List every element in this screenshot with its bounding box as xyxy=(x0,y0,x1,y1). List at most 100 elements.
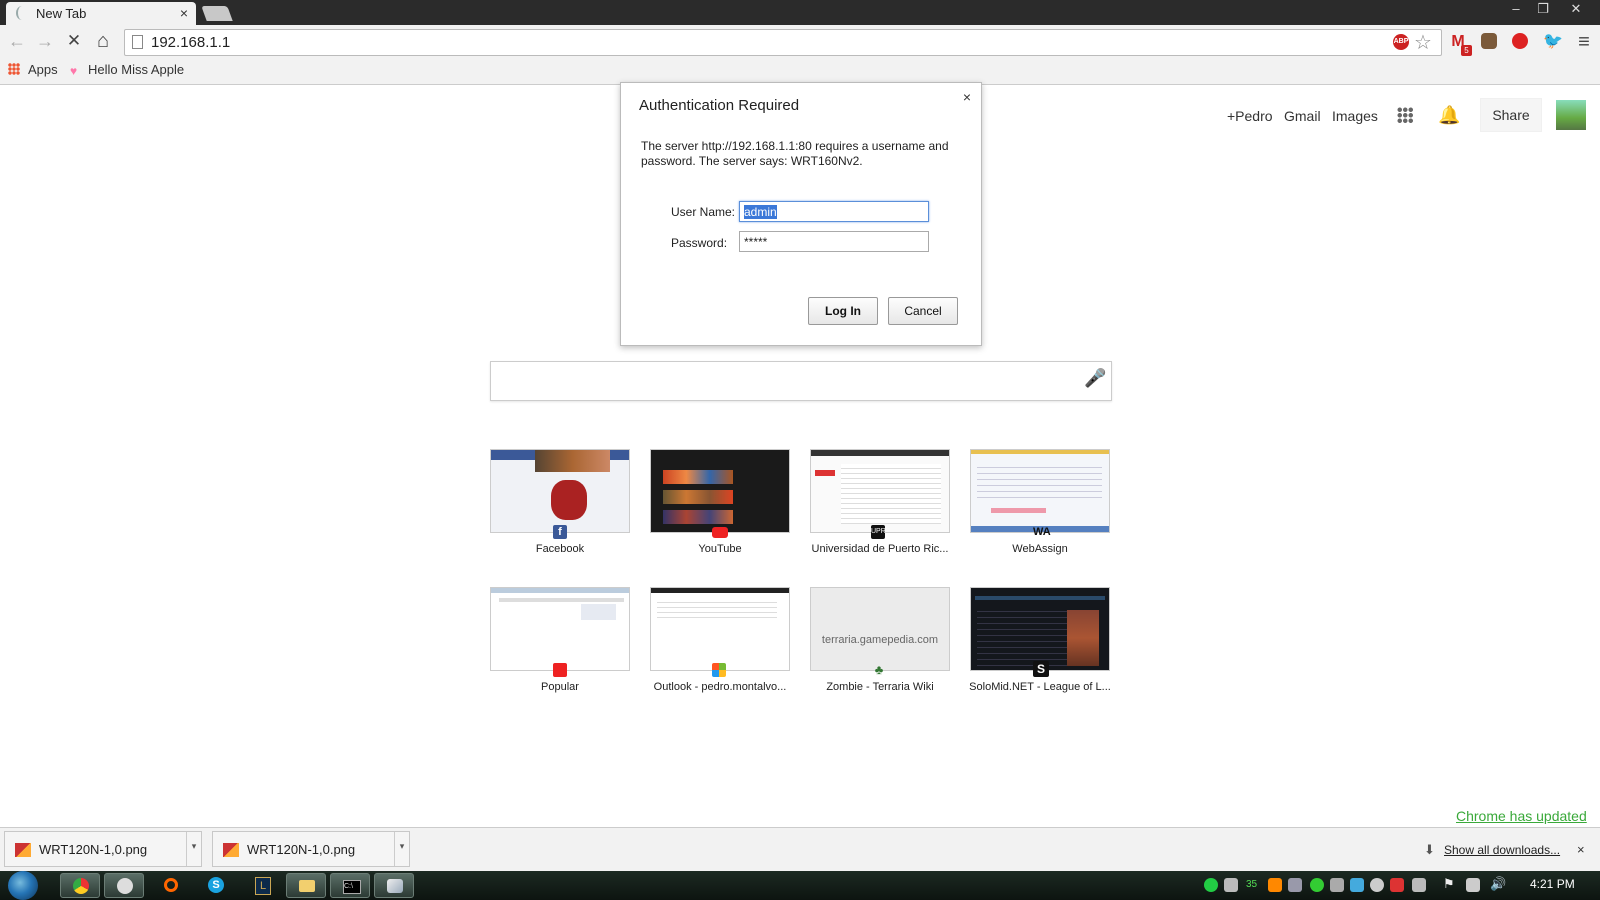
loading-icon xyxy=(16,6,28,20)
avatar[interactable] xyxy=(1556,100,1586,130)
forward-button[interactable]: → xyxy=(34,30,56,52)
stop-extension-icon[interactable] xyxy=(1512,33,1528,49)
minimize-button[interactable]: – xyxy=(1503,0,1529,18)
adblock-icon[interactable]: ABP xyxy=(1393,34,1409,50)
apps-icon xyxy=(8,63,20,75)
tile-terraria[interactable]: terraria.gamepedia.com xyxy=(810,587,950,671)
terminal-icon: C:\ xyxy=(343,880,361,894)
share-button[interactable]: Share xyxy=(1480,98,1542,132)
tile-thumb-text: terraria.gamepedia.com xyxy=(821,634,939,646)
tab-close-icon[interactable]: × xyxy=(180,5,188,21)
taskbar-league[interactable]: L xyxy=(242,873,282,898)
download-item[interactable]: WRT120N-1,0.png ▾ xyxy=(4,831,202,867)
password-field[interactable]: ***** xyxy=(739,231,929,252)
chrome-updated-link[interactable]: Chrome has updated xyxy=(1456,808,1587,824)
microsoft-icon xyxy=(712,663,726,677)
home-button[interactable]: ⌂ xyxy=(92,30,114,52)
tray-avast-icon[interactable] xyxy=(1268,878,1282,892)
taskbar-cmd[interactable]: C:\ xyxy=(330,873,370,898)
tray-app-icon[interactable] xyxy=(1350,878,1364,892)
youtube-icon xyxy=(712,527,728,538)
show-all-downloads-link[interactable]: Show all downloads... xyxy=(1444,843,1560,857)
new-tab-button[interactable] xyxy=(201,6,233,21)
taskbar-steam[interactable] xyxy=(104,873,144,898)
dialog-message: The server http://192.168.1.1:80 require… xyxy=(641,139,949,168)
bookmark-hello-miss-apple[interactable]: Hello Miss Apple xyxy=(88,62,184,77)
origin-icon xyxy=(164,878,178,892)
password-label: Password: xyxy=(671,236,728,250)
tile-label: Facebook xyxy=(535,543,585,555)
login-button[interactable]: Log In xyxy=(808,297,878,325)
folder-icon xyxy=(299,880,315,892)
tray-number: 35 xyxy=(1246,879,1258,890)
tray-network-icon[interactable] xyxy=(1310,878,1324,892)
chrome-menu-icon[interactable]: ≡ xyxy=(1574,32,1594,52)
download-bar-close-icon[interactable]: × xyxy=(1577,842,1585,857)
username-value: admin xyxy=(744,205,777,219)
window-close-button[interactable]: ✕ xyxy=(1563,0,1589,18)
restore-button[interactable]: ❐ xyxy=(1530,0,1556,18)
tile-outlook[interactable] xyxy=(650,587,790,671)
taskbar-chrome[interactable] xyxy=(60,873,100,898)
tile-upr[interactable] xyxy=(810,449,950,533)
image-file-icon xyxy=(223,843,239,857)
tray-display-icon[interactable] xyxy=(1466,878,1480,892)
paint-icon xyxy=(387,879,403,893)
action-center-flag-icon[interactable]: ⚑ xyxy=(1443,876,1455,892)
stop-button[interactable]: ✕ xyxy=(63,30,85,52)
microphone-icon[interactable]: 🎤 xyxy=(1084,368,1106,389)
url-text: 192.168.1.1 xyxy=(151,34,231,51)
plus-pedro-link[interactable]: +Pedro xyxy=(1227,108,1273,124)
tile-facebook[interactable] xyxy=(490,449,630,533)
back-button[interactable]: ← xyxy=(6,30,28,52)
tile-label: Universidad de Puerto Ric... xyxy=(811,543,949,555)
cancel-button[interactable]: Cancel xyxy=(888,297,958,325)
tray-tools-icon[interactable] xyxy=(1330,878,1344,892)
download-item[interactable]: WRT120N-1,0.png ▾ xyxy=(212,831,410,867)
taskbar-origin[interactable] xyxy=(152,873,192,898)
taskbar-paint[interactable] xyxy=(374,873,414,898)
tray-razer-icon[interactable] xyxy=(1204,878,1218,892)
instagram-extension-icon[interactable] xyxy=(1481,33,1497,49)
taskbar-skype[interactable]: S xyxy=(196,873,236,898)
tray-device-icon[interactable] xyxy=(1224,878,1238,892)
tile-solomid[interactable] xyxy=(970,587,1110,671)
terraria-tree-icon: ♣ xyxy=(874,662,884,677)
apps-grid-icon[interactable] xyxy=(1397,107,1413,123)
tile-label: Outlook - pedro.montalvo... xyxy=(653,681,787,693)
tile-youtube[interactable] xyxy=(650,449,790,533)
taskbar-clock[interactable]: 4:21 PM xyxy=(1530,877,1575,891)
solomid-icon: S xyxy=(1033,661,1049,677)
download-menu-chevron-icon[interactable]: ▾ xyxy=(186,832,201,866)
tab-new-tab[interactable]: New Tab × xyxy=(6,2,196,25)
webassign-icon: WA xyxy=(1033,526,1051,538)
tile-webassign[interactable] xyxy=(970,449,1110,533)
tile-label: WebAssign xyxy=(1012,543,1068,555)
gmail-link[interactable]: Gmail xyxy=(1284,108,1321,124)
taskbar-explorer[interactable] xyxy=(286,873,326,898)
username-label: User Name: xyxy=(671,205,736,219)
tray-alert-icon[interactable] xyxy=(1390,878,1404,892)
bookmark-apps[interactable]: Apps xyxy=(28,62,58,77)
username-field[interactable]: admin xyxy=(739,201,929,222)
image-file-icon xyxy=(15,843,31,857)
download-menu-chevron-icon[interactable]: ▾ xyxy=(394,832,409,866)
password-value: ***** xyxy=(744,235,768,249)
facebook-icon: f xyxy=(553,525,567,539)
start-button[interactable] xyxy=(8,871,38,900)
tile-popular[interactable] xyxy=(490,587,630,671)
dialog-close-icon[interactable]: × xyxy=(963,89,971,105)
download-filename: WRT120N-1,0.png xyxy=(247,842,356,857)
tray-steam-icon[interactable] xyxy=(1370,878,1384,892)
tray-printer-icon[interactable] xyxy=(1412,878,1426,892)
twitter-extension-icon[interactable]: 🐦 xyxy=(1543,32,1563,52)
tray-monitor-icon[interactable] xyxy=(1288,878,1302,892)
volume-icon[interactable]: 🔊 xyxy=(1490,876,1506,892)
address-bar[interactable]: 192.168.1.1 xyxy=(124,29,1442,56)
tile-label: Popular xyxy=(541,681,579,693)
notifications-bell-icon[interactable]: 🔔 xyxy=(1438,105,1460,126)
bookmark-star-icon[interactable]: ☆ xyxy=(1414,30,1432,55)
images-link[interactable]: Images xyxy=(1332,108,1378,124)
search-input[interactable] xyxy=(490,361,1112,401)
download-arrow-icon: ⬇ xyxy=(1424,842,1435,857)
